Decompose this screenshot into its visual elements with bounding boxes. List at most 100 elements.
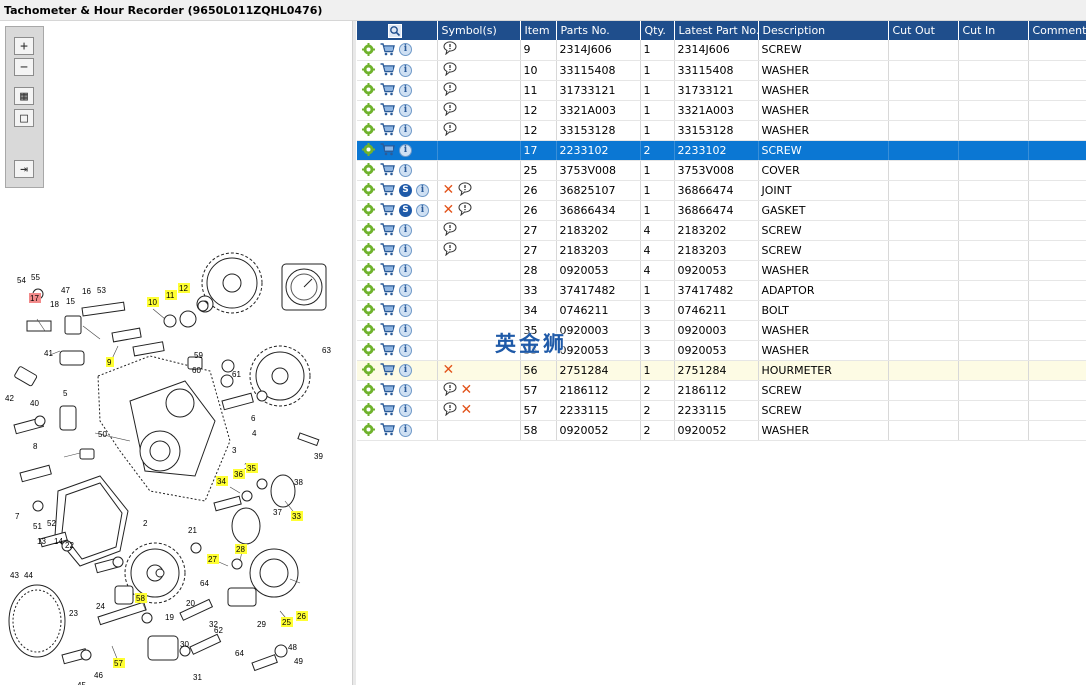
gear-icon[interactable] bbox=[362, 343, 376, 357]
table-row[interactable]: i ✕ 57 2233115 2 2233115 SCREW bbox=[357, 400, 1086, 421]
cart-icon[interactable] bbox=[380, 43, 395, 57]
info-icon[interactable]: i bbox=[399, 263, 412, 277]
search-parts-icon[interactable] bbox=[387, 23, 402, 38]
info-icon[interactable]: i bbox=[399, 43, 412, 57]
cart-icon[interactable] bbox=[380, 263, 395, 277]
column-header-description[interactable]: Description bbox=[758, 21, 889, 40]
cart-icon[interactable] bbox=[380, 103, 395, 117]
column-header-qty[interactable]: Qty. bbox=[640, 21, 675, 40]
gear-icon[interactable] bbox=[362, 83, 376, 97]
cart-icon[interactable] bbox=[380, 163, 395, 177]
cart-icon[interactable] bbox=[380, 203, 395, 217]
cart-icon[interactable] bbox=[380, 63, 395, 77]
table-row[interactable]: i 33 37417482 1 37417482 ADAPTOR bbox=[357, 280, 1086, 301]
table-row[interactable]: i 27 2183202 4 2183202 SCREW bbox=[357, 220, 1086, 241]
table-row[interactable]: i 12 33153128 1 33153128 WASHER bbox=[357, 120, 1086, 141]
cart-icon[interactable] bbox=[380, 423, 395, 437]
cart-icon[interactable] bbox=[380, 323, 395, 337]
comment-icon[interactable] bbox=[443, 241, 457, 259]
comment-icon[interactable] bbox=[458, 181, 472, 199]
gear-icon[interactable] bbox=[362, 363, 376, 377]
column-header-cut-in[interactable]: Cut In bbox=[958, 21, 1029, 40]
supersession-icon[interactable]: S bbox=[399, 183, 412, 197]
column-header-latest-part-no[interactable]: Latest Part No. bbox=[674, 21, 759, 40]
table-row[interactable]: i ✕ 56 2751284 1 2751284 HOURMETER bbox=[357, 360, 1086, 381]
gear-icon[interactable] bbox=[362, 403, 376, 417]
info-icon[interactable]: i bbox=[399, 383, 412, 397]
table-row[interactable]: i ✕ 57 2186112 2 2186112 SCREW bbox=[357, 380, 1086, 401]
table-row[interactable]: i 35 0920003 3 0920003 WASHER bbox=[357, 320, 1086, 341]
info-icon[interactable]: i bbox=[399, 403, 412, 417]
cart-icon[interactable] bbox=[380, 143, 395, 157]
info-icon[interactable]: i bbox=[399, 63, 412, 77]
comment-icon[interactable] bbox=[458, 201, 472, 219]
gear-icon[interactable] bbox=[362, 323, 376, 337]
cross-icon[interactable]: ✕ bbox=[461, 403, 473, 417]
pane-splitter[interactable] bbox=[352, 21, 356, 685]
gear-icon[interactable] bbox=[362, 243, 376, 257]
gear-icon[interactable] bbox=[362, 203, 376, 217]
comment-icon[interactable] bbox=[443, 101, 457, 119]
info-icon[interactable]: i bbox=[399, 423, 412, 437]
column-header-item[interactable]: Item bbox=[520, 21, 557, 40]
table-row[interactable]: i 10 33115408 1 33115408 WASHER bbox=[357, 60, 1086, 81]
table-row[interactable]: i 25 3753V008 1 3753V008 COVER bbox=[357, 160, 1086, 181]
info-icon[interactable]: i bbox=[399, 163, 412, 177]
info-icon[interactable]: i bbox=[399, 123, 412, 137]
info-icon[interactable]: i bbox=[399, 363, 412, 377]
info-icon[interactable]: i bbox=[416, 203, 429, 217]
gear-icon[interactable] bbox=[362, 423, 376, 437]
comment-icon[interactable] bbox=[443, 221, 457, 239]
column-header-comment[interactable]: Comment bbox=[1028, 21, 1086, 40]
table-row[interactable]: i 34 0746211 3 0746211 BOLT bbox=[357, 300, 1086, 321]
cart-icon[interactable] bbox=[380, 83, 395, 97]
cart-icon[interactable] bbox=[380, 283, 395, 297]
table-row[interactable]: i 28 0920053 4 0920053 WASHER bbox=[357, 260, 1086, 281]
info-icon[interactable]: i bbox=[399, 143, 412, 157]
gear-icon[interactable] bbox=[362, 383, 376, 397]
table-row[interactable]: i 17 2233102 2 2233102 SCREW bbox=[357, 140, 1086, 161]
column-header-parts-no[interactable]: Parts No. bbox=[556, 21, 641, 40]
exploded-diagram-pane[interactable]: + − ▦ □ ⇥ 54 55 47 18 15 16 53 41 59 60 … bbox=[0, 21, 352, 685]
cart-icon[interactable] bbox=[380, 403, 395, 417]
gear-icon[interactable] bbox=[362, 183, 376, 197]
table-row[interactable]: i 58 0920052 2 0920052 WASHER bbox=[357, 420, 1086, 441]
comment-icon[interactable] bbox=[443, 41, 457, 58]
gear-icon[interactable] bbox=[362, 63, 376, 77]
gear-icon[interactable] bbox=[362, 263, 376, 277]
info-icon[interactable]: i bbox=[399, 243, 412, 257]
gear-icon[interactable] bbox=[362, 163, 376, 177]
comment-icon[interactable] bbox=[443, 401, 457, 419]
gear-icon[interactable] bbox=[362, 303, 376, 317]
cart-icon[interactable] bbox=[380, 363, 395, 377]
cart-icon[interactable] bbox=[380, 343, 395, 357]
info-icon[interactable]: i bbox=[399, 343, 412, 357]
info-icon[interactable]: i bbox=[416, 183, 429, 197]
comment-icon[interactable] bbox=[443, 81, 457, 99]
table-row[interactable]: Si ✕ 26 36825107 1 36866474 JOINT bbox=[357, 180, 1086, 201]
cart-icon[interactable] bbox=[380, 183, 395, 197]
comment-icon[interactable] bbox=[443, 121, 457, 139]
info-icon[interactable]: i bbox=[399, 103, 412, 117]
comment-icon[interactable] bbox=[443, 381, 457, 399]
supersession-icon[interactable]: S bbox=[399, 203, 412, 217]
cross-icon[interactable]: ✕ bbox=[443, 203, 455, 217]
gear-icon[interactable] bbox=[362, 223, 376, 237]
table-row[interactable]: i 12 3321A003 1 3321A003 WASHER bbox=[357, 100, 1086, 121]
info-icon[interactable]: i bbox=[399, 283, 412, 297]
cart-icon[interactable] bbox=[380, 383, 395, 397]
table-row[interactable]: i 9 2314J606 1 2314J606 SCREW bbox=[357, 40, 1086, 61]
gear-icon[interactable] bbox=[362, 143, 376, 157]
info-icon[interactable]: i bbox=[399, 303, 412, 317]
table-row[interactable]: i 27 2183203 4 2183203 SCREW bbox=[357, 240, 1086, 261]
cross-icon[interactable]: ✕ bbox=[443, 183, 455, 197]
table-row[interactable]: Si ✕ 26 36866434 1 36866474 GASKET bbox=[357, 200, 1086, 221]
cart-icon[interactable] bbox=[380, 243, 395, 257]
info-icon[interactable]: i bbox=[399, 83, 412, 97]
cart-icon[interactable] bbox=[380, 223, 395, 237]
column-header-symbols[interactable]: Symbol(s) bbox=[437, 21, 521, 40]
gear-icon[interactable] bbox=[362, 103, 376, 117]
column-header-actions[interactable] bbox=[357, 21, 438, 40]
cross-icon[interactable]: ✕ bbox=[461, 383, 473, 397]
gear-icon[interactable] bbox=[362, 283, 376, 297]
